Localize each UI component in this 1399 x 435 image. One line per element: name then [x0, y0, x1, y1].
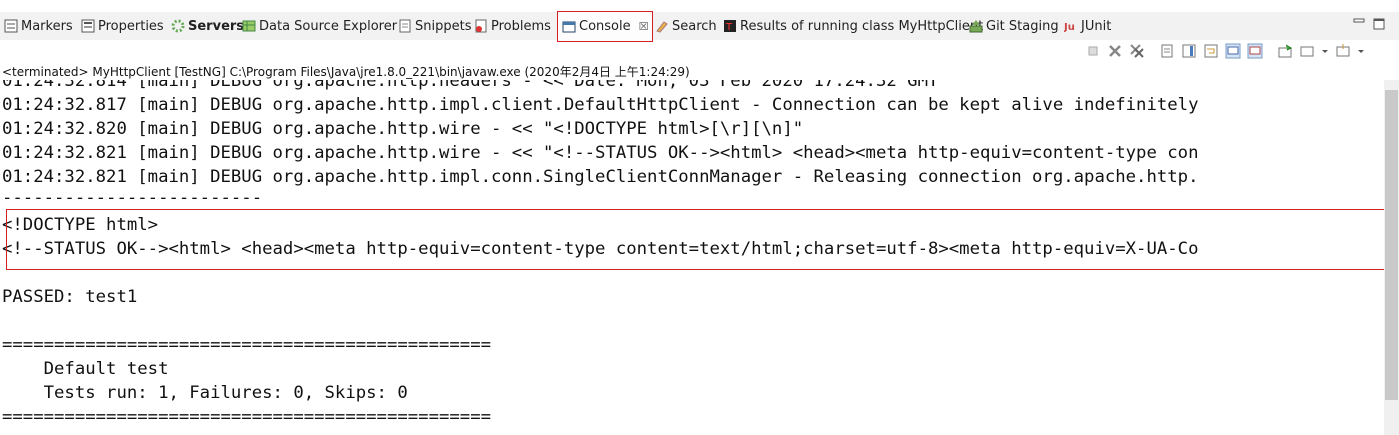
- git-staging-icon: [969, 19, 983, 33]
- terminate-icon[interactable]: [1085, 43, 1101, 59]
- svg-text:Ju: Ju: [1064, 22, 1075, 33]
- problems-icon: [474, 19, 488, 33]
- snippets-icon: [398, 19, 412, 33]
- tab-label: Git Staging: [986, 18, 1059, 34]
- tab-label: Results of running class MyHttpClient: [740, 18, 984, 34]
- testng-icon: T: [723, 19, 737, 33]
- tab-label: JUnit: [1081, 18, 1112, 34]
- console-line: Default test: [2, 359, 169, 379]
- console-line: 01:24:32.821 [main] DEBUG org.apache.htt…: [2, 143, 1199, 163]
- tab-label: Data Source Explorer: [259, 18, 398, 34]
- word-wrap-icon[interactable]: [1203, 43, 1219, 59]
- console-icon: [562, 20, 576, 34]
- show-console-stderr-icon[interactable]: [1247, 43, 1263, 59]
- tab-properties[interactable]: Properties: [81, 14, 164, 38]
- view-tab-bar: Markers Properties Servers Data Source E…: [0, 11, 1399, 42]
- highlight-box: [6, 209, 1384, 270]
- console-line: 01:24:32.820 [main] DEBUG org.apache.htt…: [2, 119, 804, 139]
- console-line: Tests run: 1, Failures: 0, Skips: 0: [2, 383, 408, 403]
- remove-all-terminated-icon[interactable]: [1129, 43, 1145, 59]
- display-console-icon[interactable]: [1299, 43, 1315, 59]
- tab-data-source-explorer[interactable]: Data Source Explorer: [242, 14, 397, 38]
- servers-icon: [171, 19, 185, 33]
- tab-markers[interactable]: Markers: [4, 14, 73, 38]
- tab-label: Console: [579, 19, 631, 34]
- tab-git-staging[interactable]: Git Staging: [969, 14, 1059, 38]
- vertical-scrollbar[interactable]: [1384, 80, 1399, 435]
- tab-label: Snippets: [415, 18, 472, 34]
- tab-label: Markers: [21, 18, 73, 34]
- console-line: ========================================…: [2, 335, 491, 355]
- minimize-icon[interactable]: [1353, 18, 1365, 33]
- tab-servers[interactable]: Servers: [171, 14, 244, 38]
- tab-search[interactable]: Search: [655, 14, 717, 38]
- svg-text:T: T: [725, 22, 733, 33]
- maximize-icon[interactable]: [1373, 18, 1385, 33]
- pin-console-icon[interactable]: [1277, 43, 1293, 59]
- console-line: -------------------------: [2, 188, 263, 208]
- console-line: PASSED: test1: [2, 287, 138, 307]
- search-icon: [655, 19, 669, 33]
- close-icon[interactable]: ☒: [639, 20, 649, 33]
- tab-label: Properties: [98, 18, 164, 34]
- console-output[interactable]: 01:24:32.814 [main] DEBUG org.apache.htt…: [0, 80, 1384, 435]
- chevron-down-icon[interactable]: [1321, 43, 1329, 59]
- tab-label: Servers: [188, 18, 245, 34]
- data-source-icon: [242, 19, 256, 33]
- markers-icon: [4, 19, 18, 33]
- tab-problems[interactable]: Problems: [474, 14, 551, 38]
- show-console-stdout-icon[interactable]: [1225, 43, 1241, 59]
- console-toolbar: [1085, 40, 1371, 62]
- tab-console[interactable]: Console ☒: [557, 11, 654, 42]
- tab-label: Problems: [491, 18, 551, 34]
- remove-launch-icon[interactable]: [1107, 43, 1123, 59]
- console-line: ========================================…: [2, 407, 491, 427]
- scroll-lock-icon[interactable]: [1181, 43, 1197, 59]
- console-line: 01:24:32.814 [main] DEBUG org.apache.htt…: [2, 80, 939, 91]
- junit-icon: Ju: [1063, 19, 1078, 33]
- tab-testng-results[interactable]: T Results of running class MyHttpClient: [723, 14, 983, 38]
- console-line: 01:24:32.817 [main] DEBUG org.apache.htt…: [2, 95, 1199, 115]
- console-status-line: <terminated> MyHttpClient [TestNG] C:\Pr…: [2, 65, 690, 79]
- scrollbar-thumb[interactable]: [1385, 90, 1398, 400]
- open-console-icon[interactable]: [1335, 43, 1351, 59]
- tab-label: Search: [672, 18, 717, 34]
- properties-icon: [81, 19, 95, 33]
- tab-junit[interactable]: Ju JUnit: [1063, 14, 1112, 38]
- clear-console-icon[interactable]: [1159, 43, 1175, 59]
- tab-snippets[interactable]: Snippets: [398, 14, 471, 38]
- chevron-down-icon[interactable]: [1357, 43, 1365, 59]
